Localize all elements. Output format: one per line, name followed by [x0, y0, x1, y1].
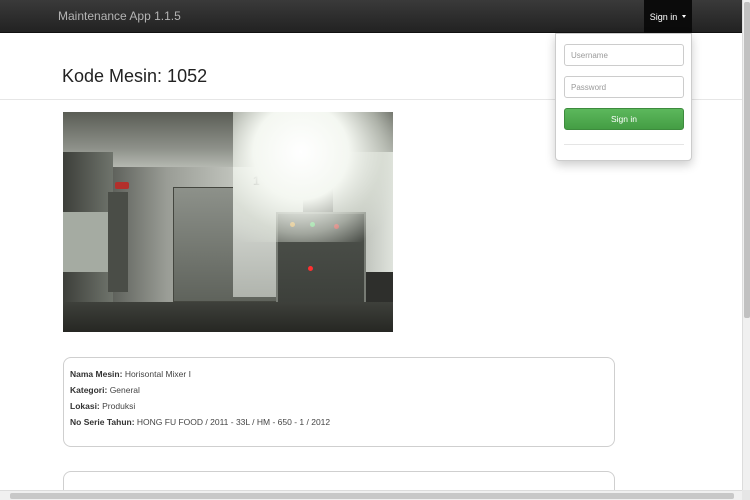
detail-label: Nama Mesin:	[70, 369, 123, 379]
navbar: Maintenance App 1.1.5	[0, 0, 742, 33]
login-dropdown: Sign in	[555, 33, 692, 161]
detail-row-lokasi: Lokasi: Produksi	[70, 398, 608, 414]
dropdown-divider	[564, 144, 684, 145]
detail-value: Horisontal Mixer I	[124, 369, 191, 379]
password-input[interactable]	[564, 76, 684, 98]
machine-detail-card: Nama Mesin: Horisontal Mixer I Kategori:…	[63, 357, 615, 447]
signin-dropdown-toggle[interactable]: Sign in	[644, 0, 692, 33]
photo-red-badge	[115, 182, 129, 189]
horizontal-scroll-thumb[interactable]	[10, 493, 734, 499]
vertical-scrollbar[interactable]	[742, 0, 750, 490]
detail-row-nama-mesin: Nama Mesin: Horisontal Mixer I	[70, 366, 608, 382]
photo-machine-stand	[108, 192, 128, 292]
scrollbar-corner	[742, 490, 750, 500]
signin-toggle-label: Sign in	[649, 11, 678, 22]
detail-value: Produksi	[102, 401, 136, 411]
photo-floor	[63, 302, 393, 332]
detail-label: No Serie Tahun:	[70, 417, 135, 427]
detail-label: Lokasi:	[70, 401, 100, 411]
detail-value: General	[109, 385, 140, 395]
caret-down-icon	[682, 15, 687, 18]
username-input[interactable]	[564, 44, 684, 66]
photo-wall-panel	[63, 212, 108, 272]
detail-row-kategori: Kategori: General	[70, 382, 608, 398]
detail-value: HONG FU FOOD / 2011 - 33L / HM - 650 - 1…	[136, 417, 331, 427]
page-title: Kode Mesin: 1052	[62, 66, 208, 86]
signin-button[interactable]: Sign in	[564, 108, 684, 130]
photo-light-glare	[233, 112, 393, 242]
horizontal-scrollbar[interactable]	[0, 490, 742, 500]
detail-label: Kategori:	[70, 385, 108, 395]
led-red	[308, 266, 313, 271]
vertical-scroll-thumb[interactable]	[744, 2, 750, 318]
brand-link[interactable]: Maintenance App 1.1.5	[58, 9, 181, 23]
machine-photo: 1	[63, 112, 393, 332]
detail-row-no-serie: No Serie Tahun: HONG FU FOOD / 2011 - 33…	[70, 414, 608, 430]
